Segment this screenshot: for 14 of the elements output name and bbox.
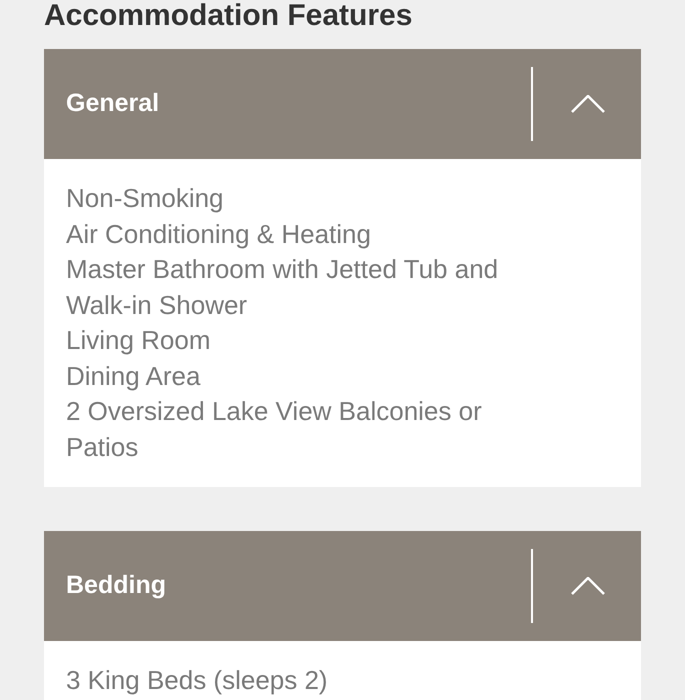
accordion-header[interactable]: General	[44, 49, 641, 159]
accordion-title: General	[66, 88, 160, 120]
feature-item: Living Room	[66, 324, 212, 357]
accordion-header[interactable]: Bedding	[44, 531, 641, 641]
feature-item: Non-Smoking	[66, 182, 225, 215]
feature-item: Air Conditioning & Heating	[66, 218, 372, 250]
feature-item: 3 King Beds (sleeps 2)	[66, 664, 329, 697]
feature-item: Master Bathroom with Jetted Tub and Walk-in Shower	[66, 253, 500, 322]
feature-item: 2 Oversized Lake View Balconies or Patios	[66, 395, 483, 464]
section-heading: Accommodation Features	[44, 0, 412, 32]
feature-item: Dining Area	[66, 360, 202, 392]
chevron-icon[interactable]	[571, 95, 605, 113]
chevron-icon[interactable]	[571, 577, 605, 595]
accordion-title: Bedding	[66, 570, 167, 602]
